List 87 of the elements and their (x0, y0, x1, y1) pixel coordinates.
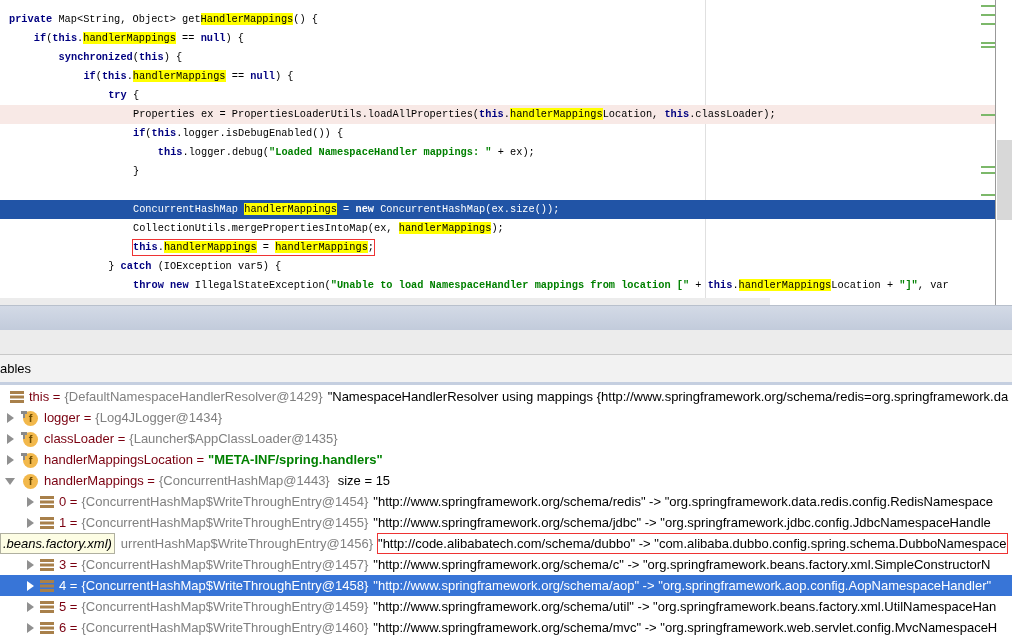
collapsed-arrow-icon[interactable] (25, 559, 35, 570)
variable-size: size = 15 (337, 471, 391, 490)
variable-name: 6 = (59, 618, 78, 636)
list-icon (40, 600, 54, 613)
variable-row[interactable]: f handlerMappingsLocation = "META-INF/spring.handlers" (0, 449, 1012, 470)
vertical-scrollbar[interactable] (995, 0, 1012, 305)
variable-row[interactable]: 1 = {ConcurrentHashMap$WriteThroughEntry@1455} "http://www.springframework.org/schema/jdbc" -> "org.springframework.jdbc.config.JdbcNamespaceHandle (0, 512, 1012, 533)
collapsed-arrow-icon[interactable] (5, 433, 15, 444)
collapsed-arrow-icon[interactable] (5, 454, 15, 465)
collapsed-arrow-icon[interactable] (25, 580, 35, 591)
pin-icon (20, 451, 28, 460)
variable-type: {ConcurrentHashMap$WriteThroughEntry@1459} (81, 597, 369, 616)
list-icon (40, 495, 54, 508)
field-icon: f (23, 473, 38, 489)
variable-name: classLoader = (44, 429, 126, 448)
code-line: Properties ex = PropertiesLoaderUtils.loadAllProperties(this.handlerMappingsLocation, this.classLoader); (132, 107, 777, 122)
list-icon (40, 621, 54, 634)
variable-value: "http://www.springframework.org/schema/mvc" -> "org.springframework.web.servlet.config.MvcNamespaceH (372, 618, 999, 636)
variable-type: {ConcurrentHashMap$WriteThroughEntry@1460} (81, 618, 369, 636)
variable-row[interactable]: 3 = {ConcurrentHashMap$WriteThroughEntry@1457} "http://www.springframework.org/schema/c" -> "org.springframework.beans.factory.xml.SimpleConstructorN (0, 554, 1012, 575)
variable-type: {Launcher$AppClassLoader@1435} (129, 429, 338, 448)
code-line: } (132, 164, 141, 179)
code-line: if(this.handlerMappings == null) { (32, 31, 245, 46)
collapsed-arrow-icon[interactable] (25, 496, 35, 507)
variable-row[interactable]: f handlerMappings = {ConcurrentHashMap@1443} size = 15 (0, 470, 1012, 491)
variable-value: "http://www.springframework.org/schema/redis" -> "org.springframework.data.redis.config.RedisNamespace (372, 492, 994, 511)
variable-name: 5 = (59, 597, 78, 616)
variable-value: "META-INF/spring.handlers" (208, 450, 383, 469)
variable-row[interactable]: f classLoader = {Launcher$AppClassLoader@1435} (0, 428, 1012, 449)
tooltip: .beans.factory.xml) (0, 533, 115, 554)
variable-name: 4 = (59, 576, 78, 595)
variable-name: this = (29, 387, 61, 406)
variable-value: "http://www.springframework.org/schema/jdbc" -> "org.springframework.jdbc.config.JdbcNamespaceHandle (372, 513, 992, 532)
list-icon (10, 390, 24, 403)
expanded-arrow-icon[interactable] (5, 475, 15, 486)
collapsed-arrow-icon[interactable] (25, 622, 35, 633)
variable-value: "http://www.springframework.org/schema/aop" -> "org.springframework.aop.config.AopNamespaceHandler" (372, 576, 993, 595)
code-editor[interactable] (0, 0, 1012, 305)
variable-name: handlerMappingsLocation = (44, 450, 205, 469)
variable-name: logger = (44, 408, 92, 427)
list-icon (40, 516, 54, 529)
code-line: private Map<String, Object> getHandlerMappings() { (8, 12, 319, 27)
variable-type: {Log4JLogger@1434} (95, 408, 223, 427)
collapsed-arrow-icon[interactable] (5, 412, 15, 423)
field-icon: f (23, 410, 38, 426)
variable-row[interactable]: 4 = {ConcurrentHashMap$WriteThroughEntry@1458} "http://www.springframework.org/schema/aop" -> "org.springframework.aop.config.AopNamespaceHandler" (0, 575, 1012, 596)
scrollbar-thumb[interactable] (997, 140, 1012, 220)
variable-row[interactable]: .beans.factory.xml) urrentHashMap$WriteThroughEntry@1456} "http://code.alibabatech.com/schema/dubbo" -> "com.alibaba.dubbo.config.spring.schema.DubboNamespace (0, 533, 1012, 554)
variable-value: "http://www.springframework.org/schema/c" -> "org.springframework.beans.factory.xml.SimpleConstructorN (372, 555, 992, 574)
field-icon: f (23, 452, 38, 468)
variable-type: {ConcurrentHashMap$WriteThroughEntry@1454} (81, 492, 369, 511)
variable-row[interactable]: 0 = {ConcurrentHashMap$WriteThroughEntry@1454} "http://www.springframework.org/schema/redis" -> "org.springframework.data.redis.config.RedisNamespace (0, 491, 1012, 512)
code-line: CollectionUtils.mergePropertiesIntoMap(ex, handlerMappings); (132, 221, 505, 236)
code-line: ConcurrentHashMap handlerMappings = new ConcurrentHashMap(ex.size()); (132, 202, 561, 217)
code-line: } catch (IOException var5) { (107, 259, 283, 274)
code-line: if(this.handlerMappings == null) { (82, 69, 295, 84)
variable-type: {ConcurrentHashMap@1443} (158, 471, 330, 490)
variable-type: {ConcurrentHashMap$WriteThroughEntry@1457} (81, 555, 369, 574)
variable-type: urrentHashMap$WriteThroughEntry@1456} (120, 534, 373, 553)
variable-type: {DefaultNamespaceHandlerResolver@1429} (64, 387, 323, 406)
collapsed-arrow-icon[interactable] (25, 517, 35, 528)
variable-type: {ConcurrentHashMap$WriteThroughEntry@1458} (81, 576, 369, 595)
panel-title: ables (0, 359, 32, 378)
variable-name: 0 = (59, 492, 78, 511)
horizontal-scrollbar[interactable] (0, 298, 770, 305)
list-icon (40, 558, 54, 571)
code-line: this.logger.debug("Loaded NamespaceHandler mappings: " + ex); (156, 145, 536, 160)
code-line: synchronized(this) { (57, 50, 184, 65)
variable-row[interactable]: f logger = {Log4JLogger@1434} (0, 407, 1012, 428)
pin-icon (20, 409, 28, 418)
field-icon: f (23, 431, 38, 447)
pin-icon (20, 430, 28, 439)
variable-type: {ConcurrentHashMap$WriteThroughEntry@1455} (81, 513, 369, 532)
code-line: if(this.logger.isDebugEnabled()) { (132, 126, 345, 141)
variable-name: handlerMappings = (44, 471, 155, 490)
variable-value: "NamespaceHandlerResolver using mappings {http://www.springframework.org/schema/redis=org.springframework.da (326, 387, 1010, 406)
variable-value: "http://code.alibabatech.com/schema/dubbo" -> "com.alibaba.dubbo.config.spring.schema.DubboNamespace (377, 532, 1009, 555)
variable-row[interactable]: this = {DefaultNamespaceHandlerResolver@1429} "NamespaceHandlerResolver using mappings {http://www.springframework.org/schema/redis=org.springframework.da (0, 386, 1012, 407)
collapsed-arrow-icon[interactable] (25, 601, 35, 612)
code-line: try { (107, 88, 141, 103)
variable-name: 3 = (59, 555, 78, 574)
list-icon (40, 579, 54, 592)
variable-row[interactable]: 6 = {ConcurrentHashMap$WriteThroughEntry@1460} "http://www.springframework.org/schema/mvc" -> "org.springframework.web.servlet.config.MvcNamespaceH (0, 617, 1012, 636)
variable-name: 1 = (59, 513, 78, 532)
code-line: throw new IllegalStateException("Unable to load NamespaceHandler mappings from location [" + this.handlerMappingsLocation + "]", var (132, 278, 950, 293)
variable-value: "http://www.springframework.org/schema/util" -> "org.springframework.beans.factory.xml.UtilNamespaceHan (372, 597, 998, 616)
variable-row[interactable]: 5 = {ConcurrentHashMap$WriteThroughEntry@1459} "http://www.springframework.org/schema/util" -> "org.springframework.beans.factory.xml.UtilNamespaceHan (0, 596, 1012, 617)
